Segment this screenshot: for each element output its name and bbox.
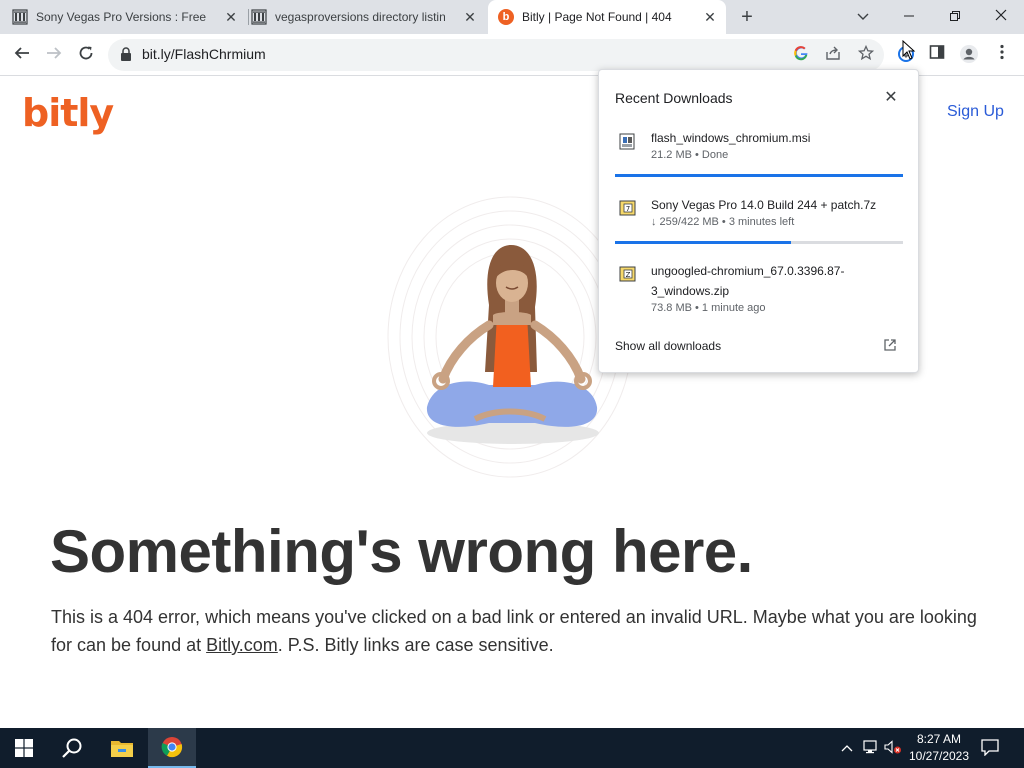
- show-all-downloads-link[interactable]: Show all downloads: [615, 339, 721, 353]
- close-downloads-icon[interactable]: ✕: [882, 89, 900, 107]
- show-hidden-icons-chevron-icon[interactable]: [838, 740, 856, 756]
- tab-strip: Sony Vegas Pro Versions : Free D ✕ vegas…: [0, 0, 1024, 34]
- tab-bitly-404[interactable]: b Bitly | Page Not Found | 404 ✕: [488, 0, 726, 34]
- windows-taskbar: 8:27 AM 10/27/2023: [0, 728, 1024, 768]
- url-text[interactable]: bit.ly/FlashChrmium: [142, 46, 266, 62]
- download-item[interactable]: Z ungoogled-chromium_67.0.3396.87-3_wind…: [615, 261, 903, 321]
- close-tab-icon[interactable]: ✕: [702, 9, 718, 25]
- error-description: This is a 404 error, which means you've …: [51, 603, 981, 659]
- tab-search-chevron-icon[interactable]: [840, 0, 886, 32]
- minimize-button[interactable]: [886, 0, 932, 32]
- clock-date: 10/27/2023: [908, 749, 970, 763]
- new-tab-button[interactable]: +: [736, 6, 758, 28]
- close-tab-icon[interactable]: ✕: [462, 9, 478, 25]
- download-progress-fill: [615, 174, 903, 177]
- tab-directory-listing[interactable]: vegasproversions directory listing ✕: [251, 0, 486, 34]
- government-building-icon: [251, 9, 267, 25]
- forward-button[interactable]: [41, 42, 67, 68]
- download-item[interactable]: flash_windows_chromium.msi 21.2 MB • Don…: [615, 128, 903, 178]
- tab-title: Bitly | Page Not Found | 404: [522, 10, 672, 24]
- google-translate-icon[interactable]: [791, 45, 811, 65]
- clock-time: 8:27 AM: [916, 732, 962, 746]
- system-clock[interactable]: 8:27 AM 10/27/2023: [906, 731, 972, 765]
- bitly-com-link[interactable]: Bitly.com: [206, 635, 278, 655]
- bitly-logo[interactable]: bitly: [22, 91, 114, 135]
- download-status: 21.2 MB • Done: [651, 149, 729, 161]
- svg-text:Z: Z: [626, 271, 631, 279]
- sign-up-link[interactable]: Sign Up: [947, 103, 1004, 121]
- downloads-title: Recent Downloads: [615, 90, 733, 106]
- tab-title: Sony Vegas Pro Versions : Free D: [36, 10, 206, 24]
- side-panel-icon[interactable]: [926, 44, 948, 66]
- bookmark-star-icon[interactable]: [856, 44, 876, 65]
- download-progress-bar: [615, 241, 903, 244]
- network-icon[interactable]: [862, 740, 880, 756]
- file-explorer-icon[interactable]: [98, 728, 146, 768]
- back-button[interactable]: [9, 42, 35, 68]
- notification-center-icon[interactable]: [980, 738, 1002, 758]
- bitly-icon: b: [498, 9, 514, 25]
- archive-file-icon: 7: [619, 199, 636, 217]
- msi-installer-file-icon: [619, 132, 635, 150]
- download-filename: flash_windows_chromium.msi: [651, 131, 811, 145]
- tab-title: vegasproversions directory listing: [275, 10, 445, 24]
- download-status: 73.8 MB • 1 minute ago: [651, 302, 766, 314]
- start-button[interactable]: [0, 728, 48, 768]
- svg-text:7: 7: [626, 205, 630, 213]
- address-bar[interactable]: bit.ly/FlashChrmium: [108, 39, 884, 71]
- open-in-new-icon[interactable]: [883, 338, 899, 354]
- reload-button[interactable]: [73, 42, 99, 68]
- menu-kebab-icon[interactable]: [991, 44, 1013, 66]
- download-filename: Sony Vegas Pro 14.0 Build 244 + patch.7z: [651, 198, 877, 212]
- download-item[interactable]: 7 Sony Vegas Pro 14.0 Build 244 + patch.…: [615, 195, 903, 245]
- restore-button[interactable]: [932, 0, 978, 32]
- lock-icon[interactable]: [120, 47, 132, 66]
- profile-avatar-icon[interactable]: [958, 44, 980, 66]
- download-progress-bar: [615, 174, 903, 177]
- government-building-icon: [12, 9, 28, 25]
- search-button[interactable]: [48, 728, 96, 768]
- mouse-pointer-icon: [902, 39, 916, 60]
- tab-separator: [248, 9, 249, 25]
- download-filename: ungoogled-chromium_67.0.3396.87-3_window…: [651, 264, 845, 298]
- download-progress-fill: [615, 241, 791, 244]
- archive-file-icon: Z: [619, 265, 636, 283]
- chrome-taskbar-icon[interactable]: [148, 728, 196, 768]
- downloads-bubble: Recent Downloads ✕ flash_windows_chromiu…: [598, 69, 919, 373]
- download-status: ↓ 259/422 MB • 3 minutes left: [651, 216, 795, 228]
- share-icon[interactable]: [823, 45, 843, 65]
- volume-muted-icon[interactable]: [884, 740, 902, 756]
- description-text-end: . P.S. Bitly links are case sensitive.: [277, 635, 554, 655]
- tab-sony-vegas-versions[interactable]: Sony Vegas Pro Versions : Free D ✕: [12, 0, 247, 34]
- error-headline: Something's wrong here.: [50, 518, 753, 585]
- close-tab-icon[interactable]: ✕: [223, 9, 239, 25]
- close-window-button[interactable]: [978, 0, 1024, 32]
